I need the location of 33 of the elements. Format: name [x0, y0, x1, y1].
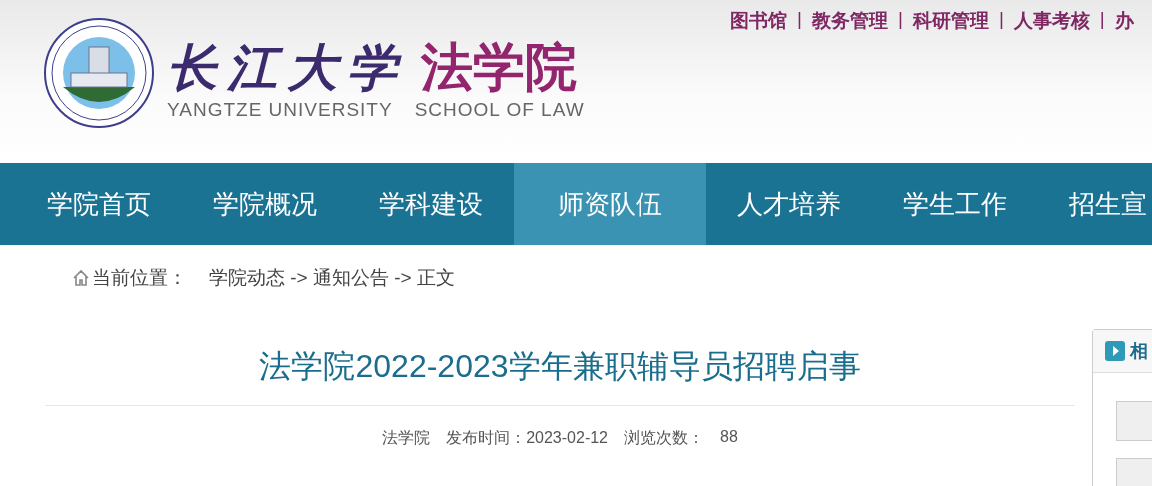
play-icon — [1105, 341, 1125, 361]
university-name-english: YANGTZE UNIVERSITY — [167, 99, 393, 121]
breadcrumb-label: 当前位置： — [92, 266, 187, 290]
link-separator: | — [998, 8, 1004, 31]
article-source: 法学院 — [382, 428, 431, 448]
nav-tab[interactable]: 学院概况 — [182, 163, 348, 245]
link-separator: | — [897, 8, 903, 31]
view-count: 88 — [720, 428, 738, 447]
top-link[interactable]: 科研管理 — [912, 8, 989, 34]
nav-tab[interactable]: 人才培养 — [706, 163, 872, 245]
nav-tab[interactable]: 学生工作 — [872, 163, 1038, 245]
university-seal-icon — [43, 17, 155, 129]
link-separator: | — [1099, 8, 1105, 31]
nav-tab[interactable]: 招生宣 — [1038, 163, 1147, 245]
panel-title: 相 — [1130, 340, 1148, 363]
university-name-logo: 长江大学 — [167, 43, 407, 93]
top-link[interactable]: 人事考核 — [1013, 8, 1090, 34]
list-placeholder — [1116, 458, 1152, 486]
top-link[interactable]: 教务管理 — [811, 8, 888, 34]
home-icon — [72, 269, 90, 287]
nav-tab[interactable]: 师资队伍 — [514, 163, 706, 245]
views-label: 浏览次数： — [624, 428, 704, 448]
article-title: 法学院2022-2023学年兼职辅导员招聘启事 — [258, 347, 862, 386]
top-link[interactable]: 图书馆 — [730, 8, 787, 34]
nav-tab[interactable]: 学院首页 — [16, 163, 182, 245]
school-name-logo: 法学院 — [421, 41, 577, 93]
school-name-english: SCHOOL OF LAW — [414, 99, 585, 121]
link-separator: | — [797, 8, 802, 31]
publish-date: 发布时间：2023-02-12 — [446, 428, 608, 448]
nav-tab[interactable]: 学科建设 — [348, 163, 514, 245]
top-link[interactable]: 办 — [1114, 8, 1134, 34]
list-placeholder — [1116, 401, 1152, 441]
breadcrumb-path: 学院动态 -> 通知公告 -> 正文 — [209, 266, 455, 290]
